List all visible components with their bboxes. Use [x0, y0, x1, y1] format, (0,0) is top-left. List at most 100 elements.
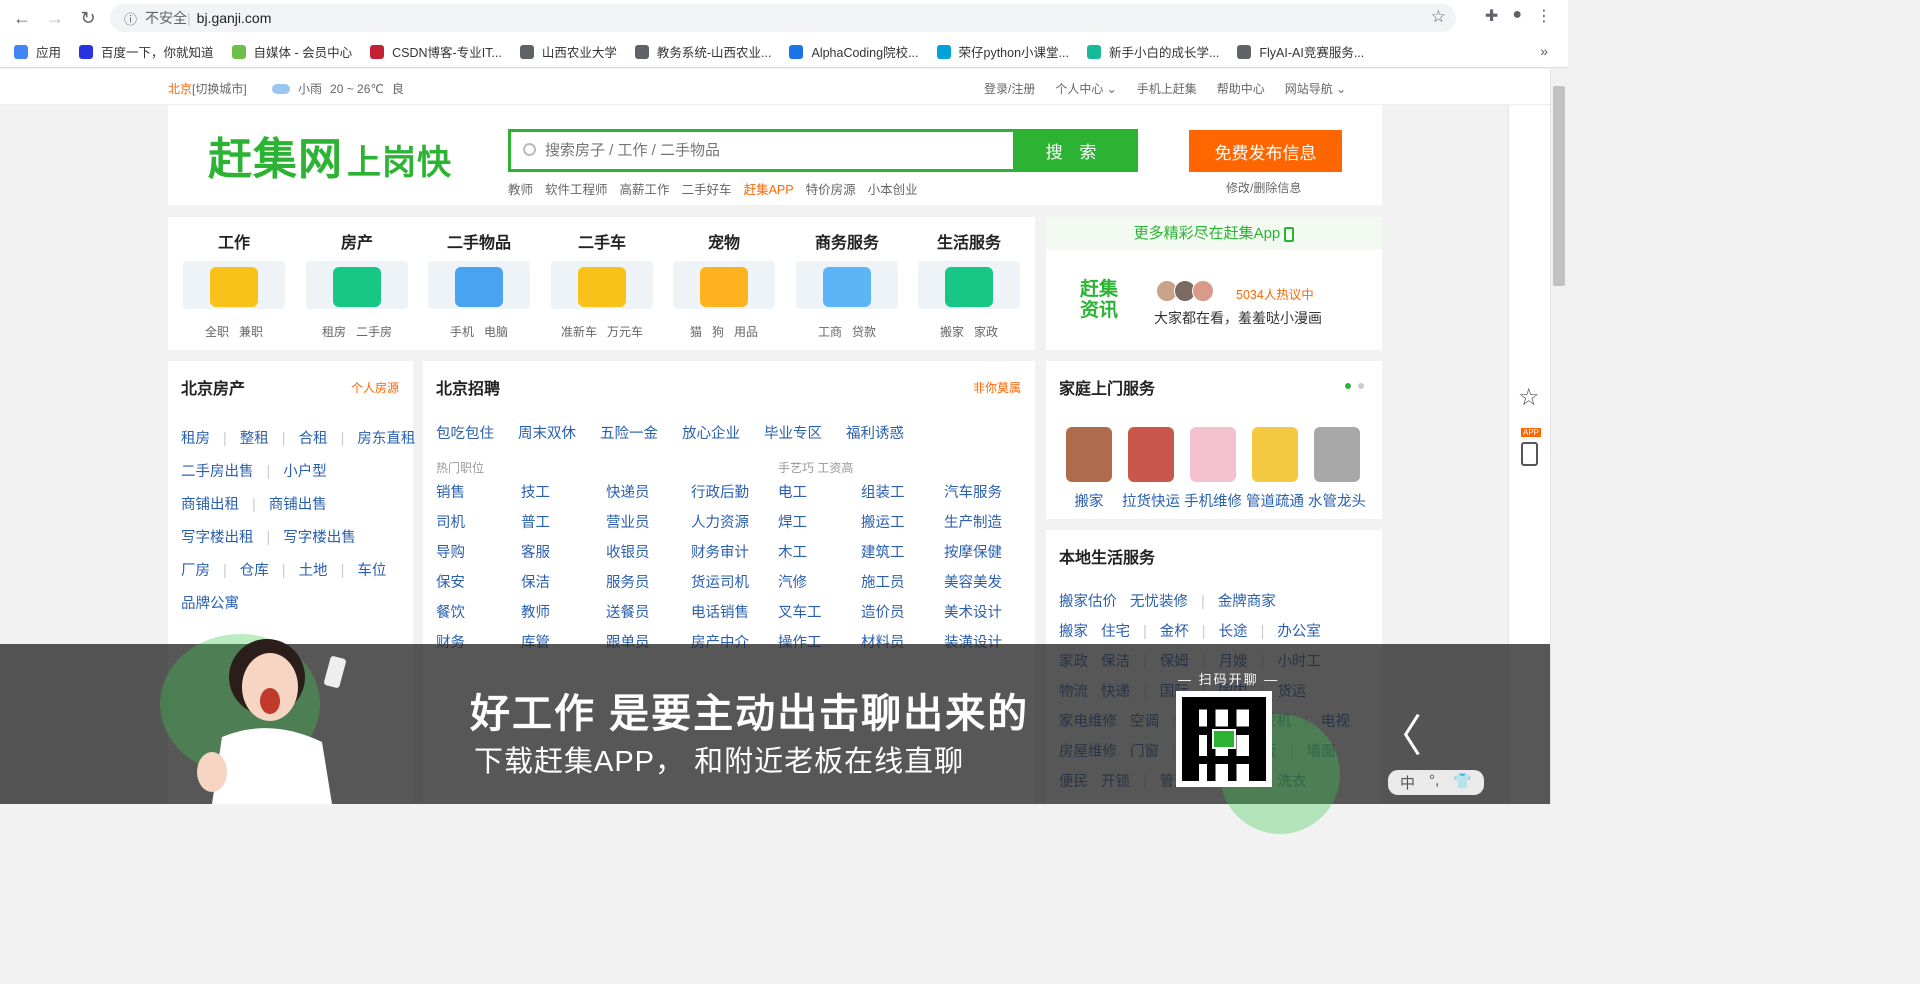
ime-button[interactable]: 👕 — [1453, 772, 1472, 793]
extensions-icon[interactable]: ✚ — [1485, 6, 1498, 26]
category-sub-link[interactable]: 电脑 — [484, 323, 508, 340]
hot-search-link[interactable]: 赶集APP — [744, 179, 794, 198]
address-bar[interactable]: ⓘ 不安全 | bj.ganji.com ☆ — [110, 4, 1456, 32]
job-link[interactable]: 货运司机 — [691, 574, 776, 593]
job-link[interactable]: 财务审计 — [691, 544, 776, 563]
house-link[interactable]: 车位 — [357, 563, 386, 579]
job-link[interactable]: 组装工 — [861, 484, 944, 503]
house-link[interactable]: 仓库 — [240, 563, 269, 579]
job-link[interactable]: 行政后勤 — [691, 484, 776, 503]
news-headline[interactable]: 大家都在看，羞羞哒小漫画 — [1154, 308, 1322, 328]
house-link[interactable]: 二手房出售 — [181, 464, 254, 480]
category-icon[interactable] — [551, 261, 653, 309]
job-tab[interactable]: 包吃包住 — [436, 422, 494, 443]
job-link[interactable]: 按摩保健 — [944, 544, 1027, 563]
category-title[interactable]: 工作 — [182, 229, 286, 253]
category-sub-link[interactable]: 工商 — [818, 323, 842, 340]
app-promo-banner[interactable]: 更多精彩尽在赶集App — [1046, 217, 1382, 250]
bookmark-item[interactable]: 教务系统-山西农业... — [634, 42, 771, 61]
top-nav-link[interactable]: 手机上赶集 — [1137, 80, 1197, 97]
hot-search-link[interactable]: 特价房源 — [806, 179, 856, 198]
hot-search-link[interactable]: 软件工程师 — [545, 179, 608, 198]
house-link[interactable]: 写字楼出租 — [181, 530, 254, 546]
category-sub-link[interactable]: 家政 — [974, 323, 998, 340]
house-link[interactable]: 土地 — [299, 563, 328, 579]
back-icon[interactable]: ← — [5, 1, 39, 35]
job-link[interactable]: 电工 — [778, 484, 861, 503]
url-text[interactable]: bj.ganji.com — [197, 10, 272, 26]
job-link[interactable]: 施工员 — [861, 574, 944, 593]
category-icon[interactable] — [306, 261, 408, 309]
category-sub-link[interactable]: 搬家 — [940, 323, 964, 340]
job-link[interactable]: 送餐员 — [606, 604, 691, 623]
category-sub-link[interactable]: 万元车 — [607, 323, 643, 340]
category-sub-link[interactable]: 全职 — [205, 323, 229, 340]
search-input[interactable] — [519, 132, 1009, 169]
category-sub-link[interactable]: 兼职 — [239, 323, 263, 340]
job-link[interactable]: 收银员 — [606, 544, 691, 563]
category-icon[interactable] — [673, 261, 775, 309]
hot-search-link[interactable]: 小本创业 — [868, 179, 918, 198]
job-tab[interactable]: 福利诱惑 — [846, 422, 904, 443]
local-link[interactable]: 搬家 — [1059, 624, 1088, 640]
job-link[interactable]: 电话销售 — [691, 604, 776, 623]
job-link[interactable]: 司机 — [436, 514, 521, 533]
category-sub-link[interactable]: 狗 — [712, 323, 724, 340]
category-title[interactable]: 宠物 — [672, 229, 776, 253]
house-link[interactable]: 厂房 — [181, 563, 210, 579]
job-link[interactable]: 美容美发 — [944, 574, 1027, 593]
job-link[interactable]: 木工 — [778, 544, 861, 563]
ime-toolbar[interactable]: 中 °, 👕 — [1388, 770, 1484, 795]
top-nav-link[interactable]: 网站导航 ⌄ — [1285, 80, 1346, 97]
house-link[interactable]: 写字楼出售 — [283, 530, 356, 546]
job-link[interactable]: 建筑工 — [861, 544, 944, 563]
category-icon[interactable] — [918, 261, 1020, 309]
home-service-item[interactable]: 管道疏通 — [1244, 427, 1306, 511]
job-link[interactable]: 导购 — [436, 544, 521, 563]
job-link[interactable]: 技工 — [521, 484, 606, 503]
category-sub-link[interactable]: 二手房 — [356, 323, 392, 340]
job-link[interactable]: 人力资源 — [691, 514, 776, 533]
category-icon[interactable] — [796, 261, 898, 309]
category-sub-link[interactable]: 用品 — [734, 323, 758, 340]
jobs-more-link[interactable]: 非你莫属 — [973, 379, 1021, 396]
job-link[interactable]: 普工 — [521, 514, 606, 533]
bookmark-item[interactable]: 百度一下，你就知道 — [79, 42, 214, 61]
house-link[interactable]: 商铺出租 — [181, 497, 239, 513]
job-tab[interactable]: 毕业专区 — [764, 422, 822, 443]
profile-icon[interactable]: ● — [1512, 6, 1522, 26]
qr-code[interactable] — [1176, 691, 1272, 787]
switch-city-link[interactable]: [切换城市] — [192, 82, 247, 96]
bookmark-item[interactable]: 山西农业大学 — [519, 42, 617, 61]
top-nav-link[interactable]: 登录/注册 — [984, 80, 1035, 97]
edit-delete-link[interactable]: 修改/删除信息 — [1226, 179, 1301, 196]
category-sub-link[interactable]: 租房 — [322, 323, 346, 340]
home-service-item[interactable]: 水管龙头 — [1306, 427, 1368, 511]
bookmark-item[interactable]: 自媒体 - 会员中心 — [231, 42, 352, 61]
house-link[interactable]: 租房 — [181, 431, 210, 447]
house-link[interactable]: 房东直租 — [357, 431, 415, 447]
job-link[interactable]: 造价员 — [861, 604, 944, 623]
job-link[interactable]: 营业员 — [606, 514, 691, 533]
house-link[interactable]: 品牌公寓 — [181, 596, 239, 612]
category-sub-link[interactable]: 手机 — [450, 323, 474, 340]
ime-button[interactable]: °, — [1429, 772, 1439, 793]
job-link[interactable]: 保洁 — [521, 574, 606, 593]
more-bookmarks-icon[interactable]: » — [1540, 43, 1548, 59]
home-service-item[interactable]: 手机维修 — [1182, 427, 1244, 511]
top-nav-link[interactable]: 个人中心 ⌄ — [1055, 80, 1116, 97]
home-service-item[interactable]: 拉货快运 — [1120, 427, 1182, 511]
house-link[interactable]: 合租 — [299, 431, 328, 447]
menu-icon[interactable]: ⋮ — [1536, 6, 1552, 26]
top-nav-link[interactable]: 帮助中心 — [1217, 80, 1265, 97]
category-sub-link[interactable]: 猫 — [690, 323, 702, 340]
job-link[interactable]: 焊工 — [778, 514, 861, 533]
favorite-star-icon[interactable]: ☆ — [1518, 383, 1540, 412]
job-link[interactable]: 销售 — [436, 484, 521, 503]
phone-icon[interactable] — [1521, 442, 1538, 466]
city-selector[interactable]: 北京[切换城市] — [168, 80, 247, 97]
ime-button[interactable]: 中 — [1400, 772, 1415, 793]
job-tab[interactable]: 五险一金 — [600, 422, 658, 443]
local-link[interactable]: 金牌商家 — [1218, 594, 1276, 610]
bookmark-item[interactable]: FlyAI-AI竞赛服务... — [1237, 42, 1364, 61]
